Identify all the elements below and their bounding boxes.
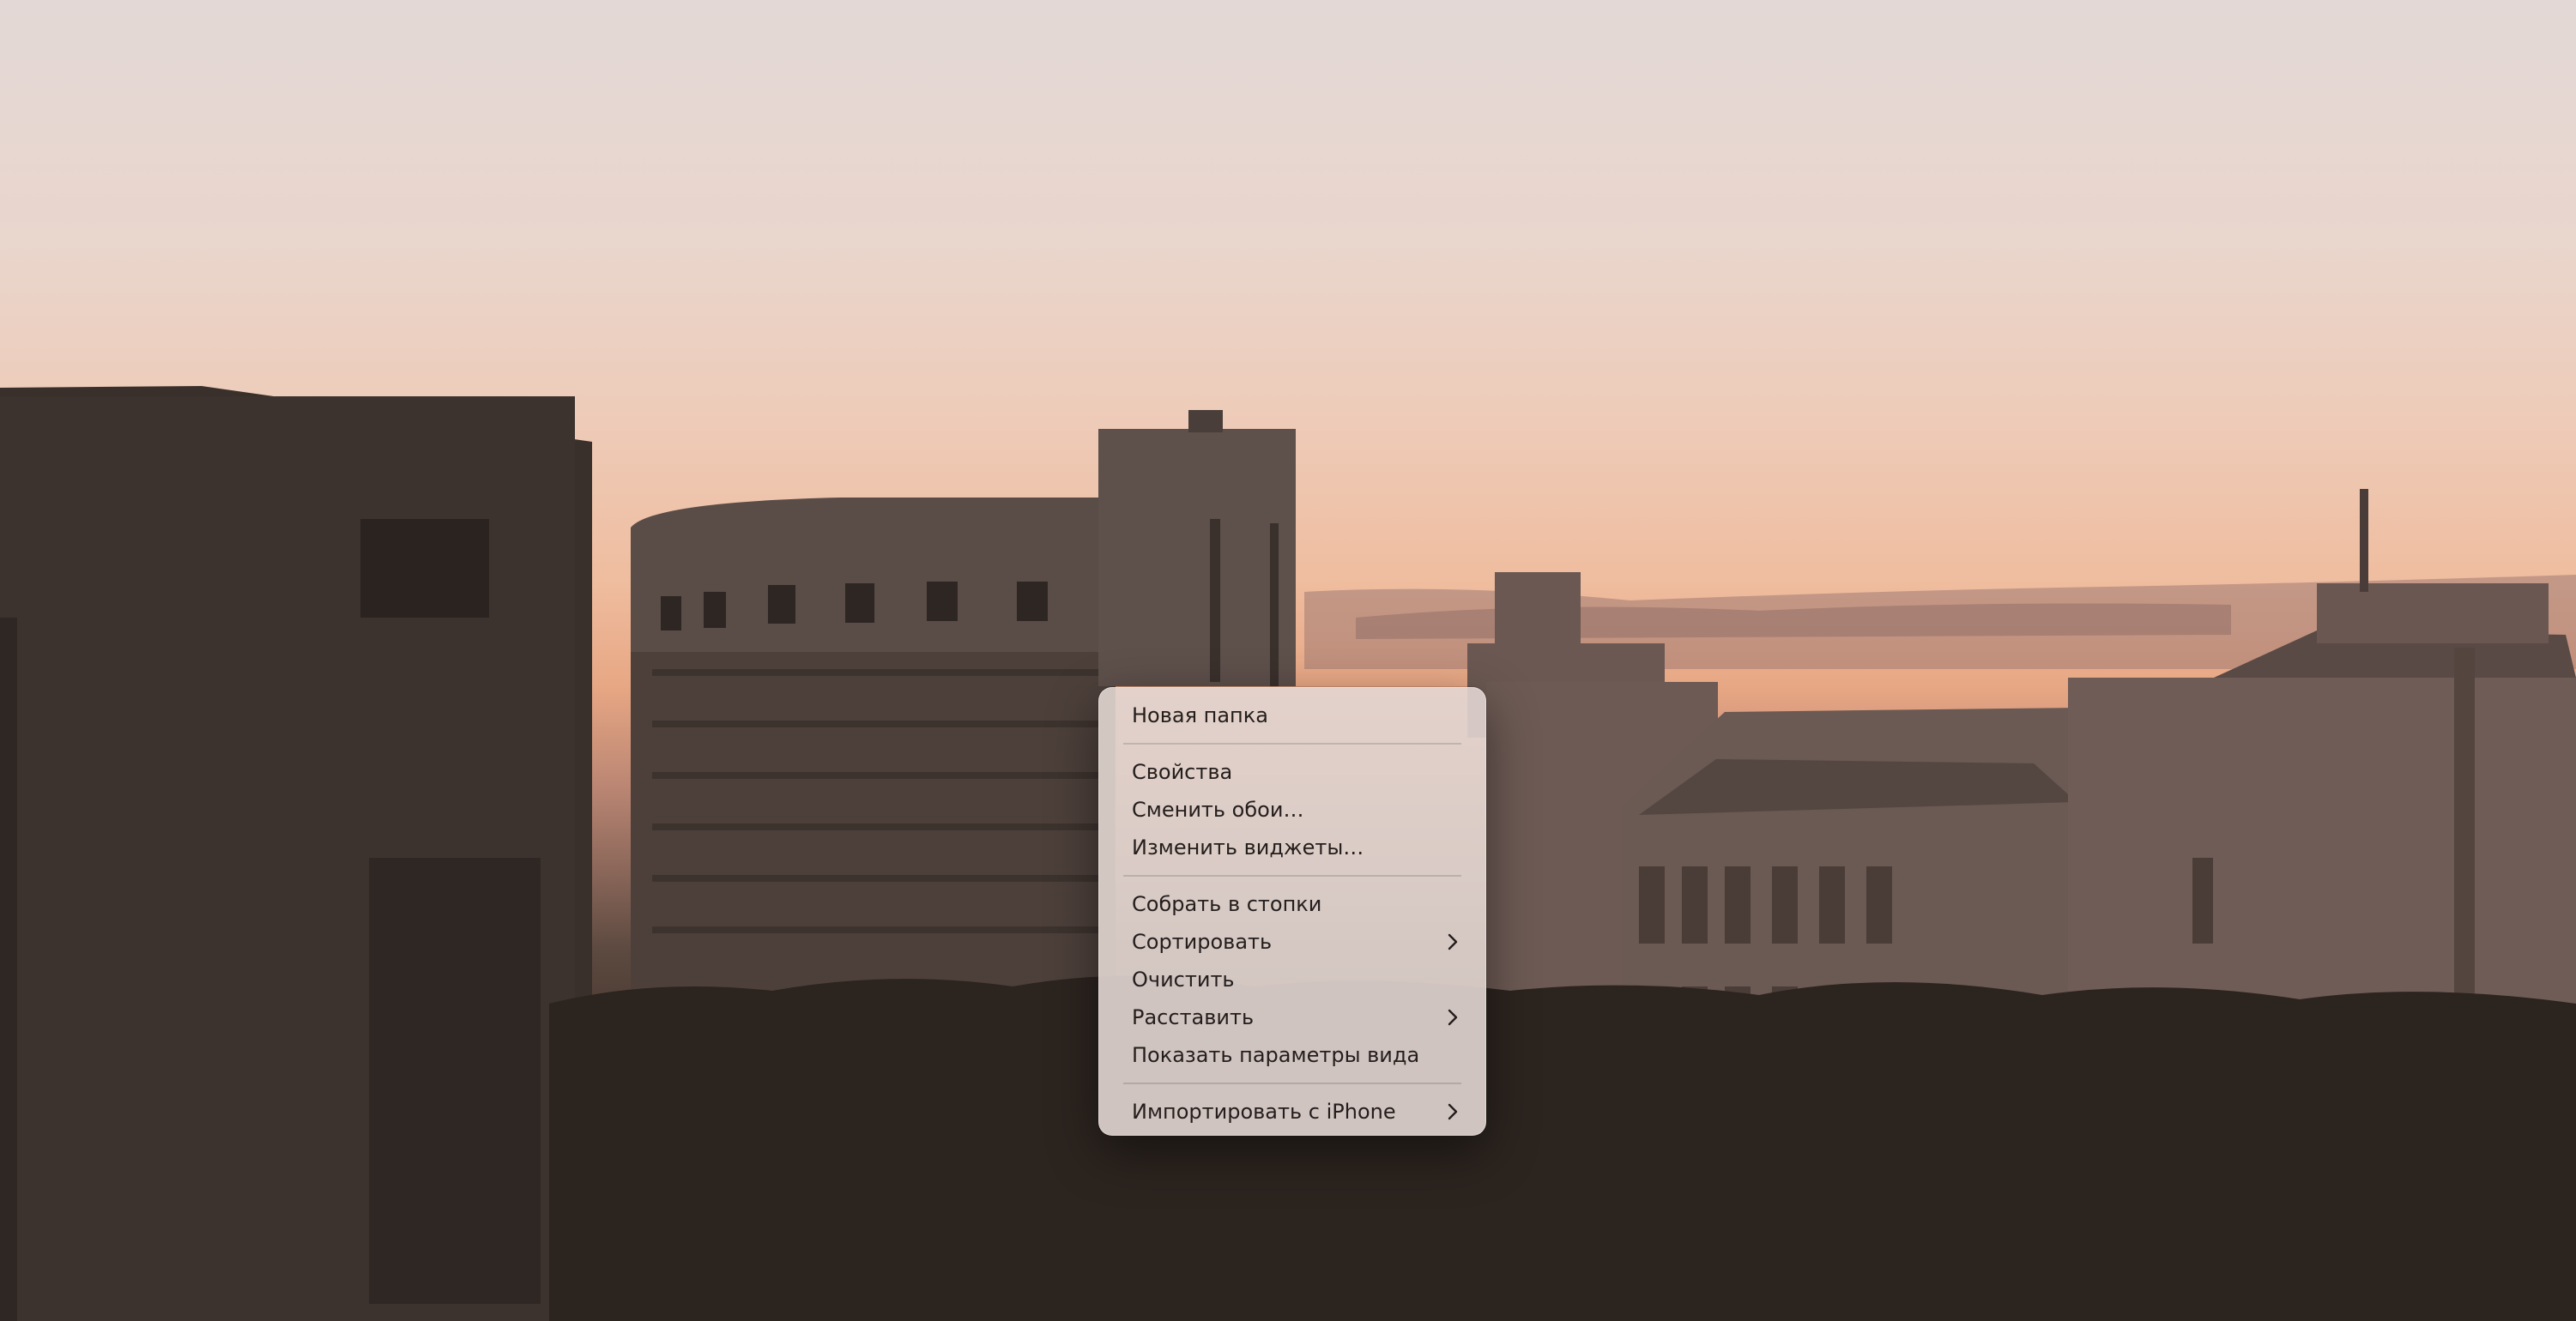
menu-item-label: Показать параметры вида — [1132, 1043, 1420, 1067]
menu-separator — [1123, 743, 1461, 745]
menu-item-label: Сортировать — [1132, 930, 1273, 954]
menu-item-label: Очистить — [1132, 968, 1235, 992]
menu-item-new-folder[interactable]: Новая папка — [1108, 697, 1477, 734]
chevron-right-icon — [1444, 1093, 1461, 1131]
menu-item-label: Сменить обои… — [1132, 798, 1304, 822]
menu-item-show-view-options[interactable]: Показать параметры вида — [1108, 1036, 1477, 1074]
menu-item-import-from-iphone[interactable]: Импортировать с iPhone — [1108, 1093, 1477, 1131]
menu-item-clean-up-by[interactable]: Расставить — [1108, 998, 1477, 1036]
menu-item-sort-by[interactable]: Сортировать — [1108, 923, 1477, 961]
menu-item-edit-widgets[interactable]: Изменить виджеты… — [1108, 829, 1477, 866]
menu-item-clean-up[interactable]: Очистить — [1108, 961, 1477, 998]
menu-item-label: Новая папка — [1132, 703, 1268, 727]
menu-separator — [1123, 875, 1461, 877]
menu-item-use-stacks[interactable]: Собрать в стопки — [1108, 885, 1477, 923]
menu-item-label: Импортировать с iPhone — [1132, 1100, 1396, 1124]
menu-item-label: Собрать в стопки — [1132, 892, 1322, 916]
chevron-right-icon — [1444, 998, 1461, 1036]
menu-separator — [1123, 1083, 1461, 1084]
menu-item-label: Расставить — [1132, 1005, 1255, 1029]
chevron-right-icon — [1444, 923, 1461, 961]
menu-item-properties[interactable]: Свойства — [1108, 753, 1477, 791]
desktop-context-menu: Новая папка Свойства Сменить обои… Измен… — [1098, 687, 1486, 1136]
menu-item-label: Свойства — [1132, 760, 1233, 784]
menu-item-change-wallpaper[interactable]: Сменить обои… — [1108, 791, 1477, 829]
menu-item-label: Изменить виджеты… — [1132, 835, 1364, 860]
